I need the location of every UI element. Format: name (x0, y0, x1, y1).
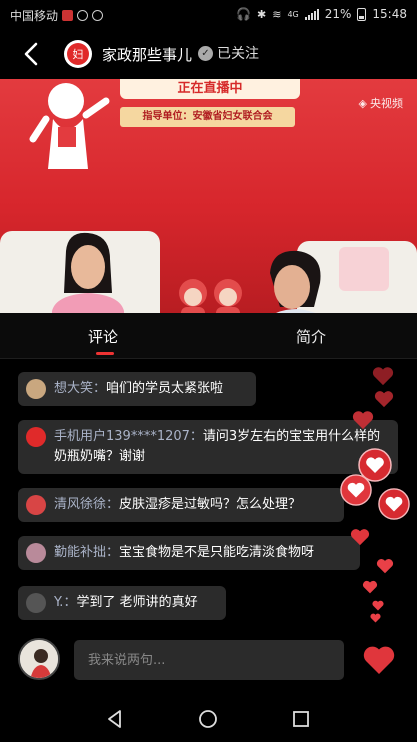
commenter-name: 想大笑： (54, 381, 107, 396)
comment-input-bar (0, 626, 417, 696)
bluetooth-icon: ✱ (257, 7, 267, 21)
source-logo-icon: ◈ (358, 96, 367, 110)
comment-text: 咱们的学员太紧张啦 (106, 381, 224, 396)
floating-heart-icon (370, 613, 381, 623)
system-nav-bar (0, 696, 417, 742)
floating-heart-icon (372, 600, 384, 611)
battery-label: 21% (324, 7, 352, 21)
notification-icon-2 (92, 10, 104, 21)
tab-bar: 评论 简介 (0, 313, 417, 359)
guest-person (270, 250, 321, 313)
source-label: 央视频 (370, 97, 403, 110)
commenter-name: 勤能补拙： (54, 545, 120, 560)
comment-text: 宝宝食物是不是只能吃清淡食物呀 (119, 545, 315, 560)
logo-glyph: 妇 (67, 43, 89, 65)
floating-heart-icon (352, 411, 374, 430)
follow-label: 已关注 (217, 46, 259, 62)
mascot-illustration (29, 83, 110, 169)
signal-icon (304, 8, 319, 20)
clock: 15:48 (372, 7, 407, 21)
floating-heart-icon (350, 529, 370, 546)
commenter-avatar[interactable] (26, 379, 46, 399)
app-notification-icon (62, 10, 74, 21)
battery-icon (357, 7, 367, 21)
user-avatar[interactable] (18, 638, 60, 680)
video-source-watermark: ◈ 央视频 (359, 95, 403, 111)
guide-unit-label: 指导单位：安徽省妇女联合会 (120, 107, 295, 127)
comment-text: 学到了 老师讲的真好 (76, 595, 198, 610)
floating-heart-icon (340, 474, 372, 506)
wifi-icon: ≋ (272, 7, 282, 21)
comment-item: 勤能补拙：宝宝食物是不是只能吃清淡食物呀 (18, 536, 360, 570)
comment-item: 手机用户139****1207：请问3岁左右的宝宝用什么样的奶瓶奶嘴？谢谢 (18, 420, 398, 474)
check-icon: ✓ (198, 45, 213, 61)
commenter-avatar[interactable] (26, 543, 46, 563)
nav-back-icon[interactable] (104, 708, 126, 730)
comment-item: 清风徐徐：皮肤湿疹是过敏吗？怎么处理？ (18, 488, 344, 522)
comment-text: 皮肤湿疹是过敏吗？怎么处理？ (119, 497, 302, 512)
commenter-name: 清风徐徐： (54, 497, 120, 512)
channel-name[interactable]: 家政那些事儿 (102, 44, 192, 65)
headphone-icon: 🎧 (236, 7, 251, 21)
nav-recents-icon[interactable] (290, 708, 312, 730)
comment-input[interactable] (74, 640, 344, 680)
commenter-avatar[interactable] (26, 495, 46, 515)
tab-intro[interactable]: 简介 (296, 326, 326, 347)
like-heart-icon[interactable] (362, 643, 396, 677)
floating-heart-icon (376, 559, 394, 574)
comment-list[interactable]: 想大笑：咱们的学员太紧张啦 手机用户139****1207：请问3岁左右的宝宝用… (0, 360, 417, 626)
floating-heart-icon (378, 488, 410, 520)
comment-item: Y.：学到了 老师讲的真好 (18, 586, 226, 620)
active-tab-indicator (96, 352, 114, 355)
nav-home-icon[interactable] (197, 708, 219, 730)
comment-item: 想大笑：咱们的学员太紧张啦 (18, 372, 256, 406)
follow-status[interactable]: ✓ 已关注 (198, 43, 259, 63)
commenter-avatar[interactable] (26, 593, 46, 613)
commenter-avatar[interactable] (26, 427, 46, 447)
commenter-name: 手机用户139****1207： (54, 429, 203, 444)
channel-logo[interactable]: 妇 (64, 40, 92, 68)
floating-heart-icon (374, 391, 394, 408)
commenter-name: Y.： (54, 595, 77, 610)
floating-heart-icon (372, 367, 394, 386)
live-video-player[interactable]: 正在直播中 指导单位：安徽省妇女联合会 ◈ 央视频 (0, 79, 417, 313)
network-type-label: 4G (287, 9, 299, 19)
user-avatar-image (20, 640, 58, 678)
back-arrow-icon[interactable] (18, 40, 46, 68)
floating-heart-icon (362, 580, 378, 594)
notification-icon (77, 10, 89, 21)
app-header: 妇 家政那些事儿 ✓ 已关注 (0, 30, 417, 78)
status-bar: 中国移动 🎧 ✱ ≋ 4G 21% 15:48 (0, 0, 417, 30)
host-person (51, 232, 125, 313)
tab-comments[interactable]: 评论 (88, 326, 118, 347)
live-banner: 正在直播中 (120, 79, 300, 99)
carrier-label: 中国移动 (10, 9, 59, 23)
